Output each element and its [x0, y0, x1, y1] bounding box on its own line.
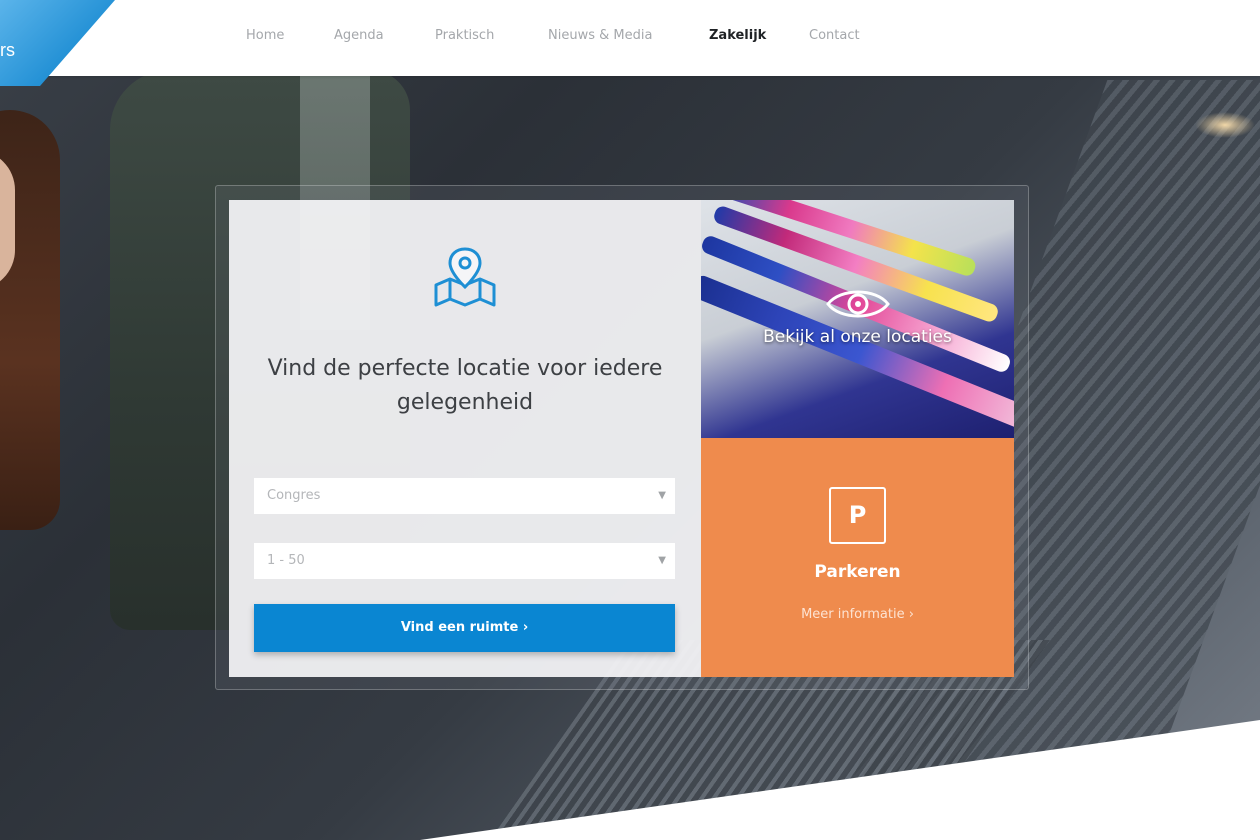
search-heading: Vind de perfecte locatie voor iedere gel…	[267, 356, 663, 415]
group-size-select[interactable]: 1 - 50 ▼	[254, 543, 675, 579]
find-space-button[interactable]: Vind een ruimte ›	[254, 604, 675, 652]
locations-label: Bekijk al onze locaties	[763, 327, 952, 347]
nav-item-praktisch[interactable]: Praktisch	[435, 28, 494, 43]
chevron-down-icon: ▼	[658, 555, 666, 566]
nav-item-agenda[interactable]: Agenda	[334, 28, 384, 43]
chevron-down-icon: ▼	[658, 490, 666, 501]
logo-text: rs	[0, 40, 15, 60]
eye-icon	[826, 290, 890, 318]
location-search-box: Vind de perfecte locatie voor iedere gel…	[229, 200, 701, 677]
ceiling-light-background	[1195, 112, 1255, 138]
nav-item-zakelijk[interactable]: Zakelijk	[709, 28, 766, 43]
nav-item-contact[interactable]: Contact	[809, 28, 860, 43]
more-info-link[interactable]: Meer informatie ›	[701, 607, 1014, 622]
group-size-value: 1 - 50	[267, 553, 305, 568]
nav-item-home[interactable]: Home	[246, 28, 284, 43]
locations-tile[interactable]: Bekijk al onze locaties	[701, 200, 1014, 438]
parking-title: Parkeren	[814, 562, 901, 582]
event-type-select[interactable]: Congres ▼	[254, 478, 675, 514]
event-type-value: Congres	[267, 488, 321, 503]
top-navigation-bar: Home Agenda Praktisch Nieuws & Media Zak…	[0, 0, 1260, 76]
parking-icon: P	[829, 487, 886, 544]
map-pin-icon	[434, 247, 496, 307]
parking-tile[interactable]: P Parkeren Meer informatie ›	[701, 438, 1014, 677]
nav-item-nieuws-media[interactable]: Nieuws & Media	[548, 28, 652, 43]
